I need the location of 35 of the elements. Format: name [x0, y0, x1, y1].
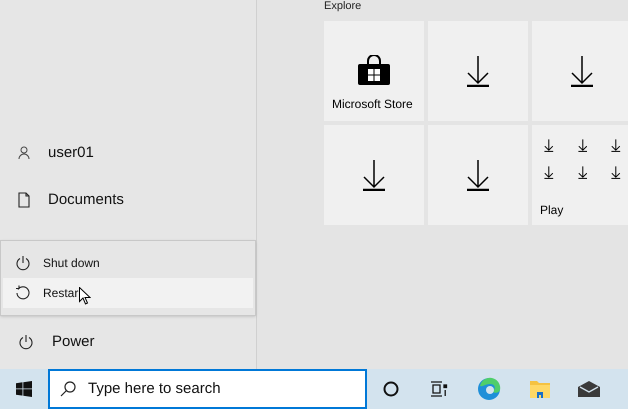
document-icon: [18, 192, 30, 208]
search-input[interactable]: Type here to search: [88, 378, 365, 400]
download-icon: [466, 55, 490, 87]
tile-label: Play: [540, 202, 564, 219]
download-tile[interactable]: [532, 21, 628, 121]
mouse-cursor-icon: [79, 287, 91, 305]
download-tile[interactable]: [428, 21, 528, 121]
section-title: Explore: [324, 0, 362, 14]
small-download-icon: [611, 166, 621, 179]
search-field[interactable]: Type here to search: [48, 369, 367, 409]
small-download-icon: [544, 139, 554, 152]
power-option[interactable]: Restar: [3, 278, 253, 308]
power-icon: [18, 334, 34, 350]
power-icon: [15, 255, 31, 271]
menu-item[interactable]: Documents: [48, 188, 124, 212]
search-icon: [60, 381, 76, 397]
download-icon: [466, 159, 490, 191]
download-icon: [362, 159, 386, 191]
tile-label: Microsoft Store: [332, 96, 413, 113]
user-name[interactable]: user01: [48, 142, 94, 164]
small-download-icon: [578, 166, 588, 179]
small-download-icon: [611, 139, 621, 152]
download-tile[interactable]: [428, 125, 528, 225]
power-option[interactable]: Shut down: [3, 248, 253, 278]
download-icon: [570, 55, 594, 87]
folder-tile[interactable]: Play: [532, 125, 628, 225]
power-button[interactable]: Power: [52, 330, 95, 354]
restart-icon: [15, 285, 31, 301]
download-tile[interactable]: [324, 125, 424, 225]
app-tile[interactable]: Microsoft Store: [324, 21, 424, 121]
person-icon: [18, 146, 30, 160]
shopping-bag-icon: [358, 55, 390, 85]
windows-logo-icon: [16, 381, 32, 397]
small-download-icon: [578, 139, 588, 152]
small-download-icon: [544, 166, 554, 179]
